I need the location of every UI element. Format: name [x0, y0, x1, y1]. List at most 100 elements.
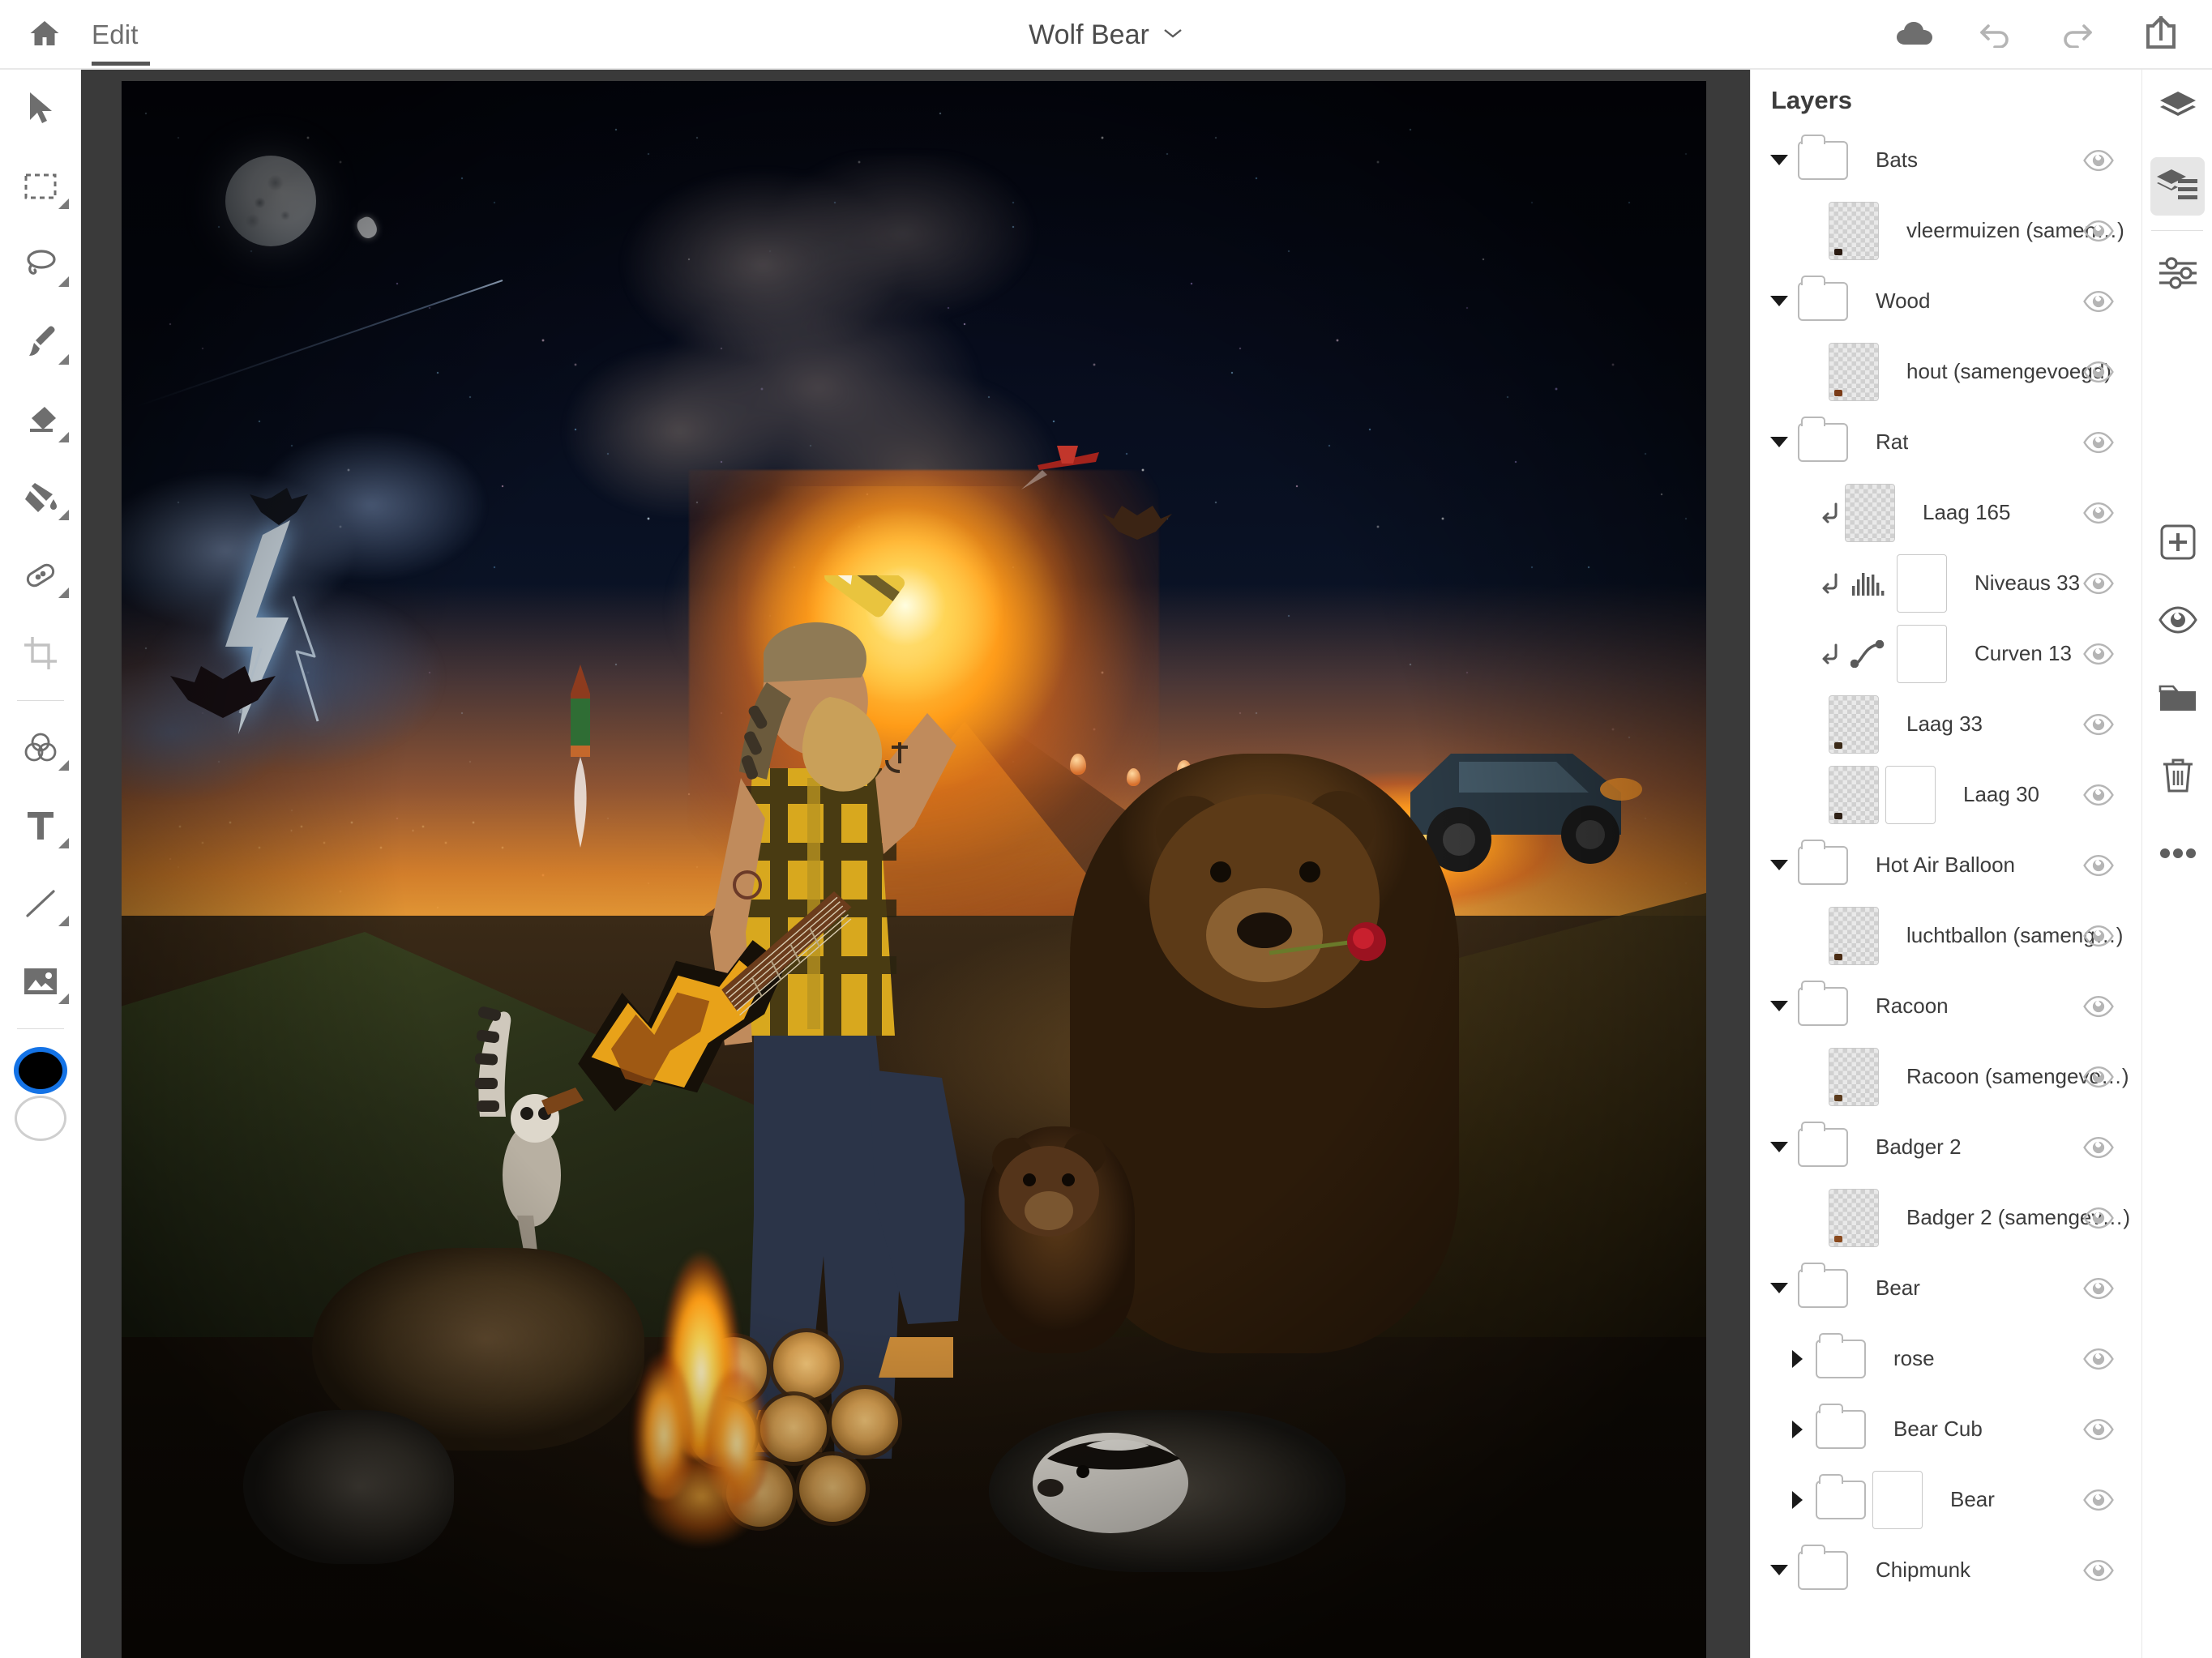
- layer-mask-thumbnail[interactable]: [1897, 624, 1947, 683]
- eye-icon[interactable]: [2081, 425, 2116, 460]
- eye-icon[interactable]: [2081, 1130, 2116, 1165]
- chevron-right-icon[interactable]: [1785, 1349, 1809, 1368]
- color-adjust-tool[interactable]: [0, 709, 81, 787]
- adjustments-button[interactable]: [2142, 236, 2212, 314]
- layer-row-badger-2[interactable]: Badger 2: [1751, 1112, 2141, 1182]
- layer-thumbnail[interactable]: [1845, 483, 1895, 542]
- eye-icon[interactable]: [2081, 636, 2116, 672]
- tab-edit[interactable]: Edit: [92, 0, 139, 70]
- brush-tool[interactable]: [0, 303, 81, 381]
- chevron-down-icon[interactable]: [1767, 1001, 1791, 1011]
- tab-edit-indicator: [92, 62, 150, 66]
- layer-row-laag-30[interactable]: Laag 30: [1751, 759, 2141, 830]
- undo-button[interactable]: [1969, 8, 2022, 62]
- chevron-right-icon[interactable]: [1785, 1420, 1809, 1438]
- eye-icon[interactable]: [2081, 1553, 2116, 1588]
- eye-icon[interactable]: [2081, 1059, 2116, 1095]
- layer-row-racoon-samengevo[interactable]: Racoon (samengevo…): [1751, 1041, 2141, 1112]
- eye-icon[interactable]: [2081, 989, 2116, 1024]
- chevron-down-icon[interactable]: [1767, 1283, 1791, 1293]
- healing-brush-tool[interactable]: [0, 536, 81, 614]
- type-tool[interactable]: [0, 787, 81, 865]
- paint-bucket-tool[interactable]: [0, 459, 81, 536]
- layer-row-laag-165[interactable]: Laag 165: [1751, 477, 2141, 548]
- layer-thumbnail[interactable]: [1829, 342, 1879, 401]
- eye-icon[interactable]: [2081, 1271, 2116, 1306]
- eye-icon[interactable]: [2081, 566, 2116, 601]
- toggle-visibility-button[interactable]: [2142, 583, 2212, 660]
- chevron-down-icon[interactable]: [1767, 155, 1791, 165]
- layer-thumbnail[interactable]: [1829, 694, 1879, 754]
- eraser-tool[interactable]: [0, 381, 81, 459]
- eye-icon[interactable]: [2081, 495, 2116, 531]
- foreground-color-swatch[interactable]: [14, 1047, 67, 1094]
- canvas-area[interactable]: [81, 70, 1750, 1658]
- new-group-button[interactable]: [2142, 660, 2212, 738]
- layer-row-curven-13[interactable]: Curven 13: [1751, 618, 2141, 689]
- layer-row-bear[interactable]: Bear: [1751, 1253, 2141, 1323]
- chevron-down-icon[interactable]: [1767, 1142, 1791, 1152]
- more-options-button[interactable]: [2142, 816, 2212, 894]
- redo-button[interactable]: [2050, 8, 2103, 62]
- layer-thumbnail[interactable]: [1829, 201, 1879, 260]
- line-tool[interactable]: [0, 865, 81, 942]
- layer-row-rat[interactable]: Rat: [1751, 407, 2141, 477]
- layer-row-chipmunk[interactable]: Chipmunk: [1751, 1535, 2141, 1605]
- transform-tool[interactable]: [0, 147, 81, 225]
- layer-mask-thumbnail[interactable]: [1897, 553, 1947, 613]
- layer-row-luchtballon-sameng[interactable]: luchtballon (sameng…): [1751, 900, 2141, 971]
- layer-mask-thumbnail[interactable]: [1872, 1470, 1923, 1529]
- home-button[interactable]: [18, 8, 71, 62]
- artboard[interactable]: [122, 81, 1706, 1658]
- layer-thumbnail[interactable]: [1829, 765, 1879, 824]
- eye-icon[interactable]: [2081, 1412, 2116, 1447]
- chevron-down-icon[interactable]: [1767, 296, 1791, 306]
- eye-icon[interactable]: [2081, 213, 2116, 249]
- eye-icon[interactable]: [2081, 284, 2116, 319]
- layer-row-niveaus-33[interactable]: Niveaus 33: [1751, 548, 2141, 618]
- layer-mask-thumbnail[interactable]: [1885, 765, 1936, 824]
- cloud-sync-button[interactable]: [1888, 8, 1941, 62]
- document-title-dropdown[interactable]: Wolf Bear: [1029, 19, 1183, 51]
- eye-icon[interactable]: [2081, 1482, 2116, 1518]
- place-image-tool[interactable]: [0, 942, 81, 1020]
- layer-row-bear[interactable]: Bear: [1751, 1464, 2141, 1535]
- chevron-down-icon[interactable]: [1767, 437, 1791, 447]
- add-layer-button[interactable]: [2142, 505, 2212, 583]
- layer-comps-button[interactable]: [2142, 70, 2212, 147]
- delete-layer-button[interactable]: [2142, 738, 2212, 816]
- eye-icon[interactable]: [2081, 777, 2116, 813]
- chevron-right-icon[interactable]: [1785, 1490, 1809, 1509]
- chevron-down-icon[interactable]: [1767, 860, 1791, 870]
- layer-row-bear-cub[interactable]: Bear Cub: [1751, 1394, 2141, 1464]
- layer-row-badger-2-samengev[interactable]: Badger 2 (samengev…): [1751, 1182, 2141, 1253]
- layer-row-bats[interactable]: Bats: [1751, 125, 2141, 195]
- eye-icon[interactable]: [2081, 848, 2116, 883]
- eye-icon[interactable]: [2081, 1200, 2116, 1236]
- layers-panel-button[interactable]: [2142, 147, 2212, 225]
- layer-thumbnail[interactable]: [1829, 906, 1879, 965]
- layers-list[interactable]: Bats vleermuizen (samen…) Wood hout (sam…: [1751, 125, 2141, 1658]
- eye-icon[interactable]: [2081, 707, 2116, 742]
- paint-bucket-icon: [22, 480, 59, 515]
- layer-row-hot-air-balloon[interactable]: Hot Air Balloon: [1751, 830, 2141, 900]
- share-icon: [2144, 15, 2178, 56]
- eye-icon[interactable]: [2081, 1341, 2116, 1377]
- layer-row-racoon[interactable]: Racoon: [1751, 971, 2141, 1041]
- layer-thumbnail[interactable]: [1829, 1047, 1879, 1106]
- crop-tool[interactable]: [0, 614, 81, 692]
- share-button[interactable]: [2134, 8, 2188, 62]
- chevron-down-icon[interactable]: [1767, 1565, 1791, 1575]
- layer-thumbnail[interactable]: [1829, 1188, 1879, 1247]
- layer-row-wood[interactable]: Wood: [1751, 266, 2141, 336]
- background-color-swatch[interactable]: [15, 1096, 66, 1141]
- lasso-select-tool[interactable]: [0, 225, 81, 303]
- eye-icon[interactable]: [2081, 354, 2116, 390]
- layer-row-vleermuizen-samen[interactable]: vleermuizen (samen…): [1751, 195, 2141, 266]
- eye-icon[interactable]: [2081, 918, 2116, 954]
- eye-icon[interactable]: [2081, 143, 2116, 178]
- layer-row-rose[interactable]: rose: [1751, 1323, 2141, 1394]
- layer-row-hout-samengevoegd[interactable]: hout (samengevoegd): [1751, 336, 2141, 407]
- layer-row-laag-33[interactable]: Laag 33: [1751, 689, 2141, 759]
- move-tool[interactable]: [0, 70, 81, 147]
